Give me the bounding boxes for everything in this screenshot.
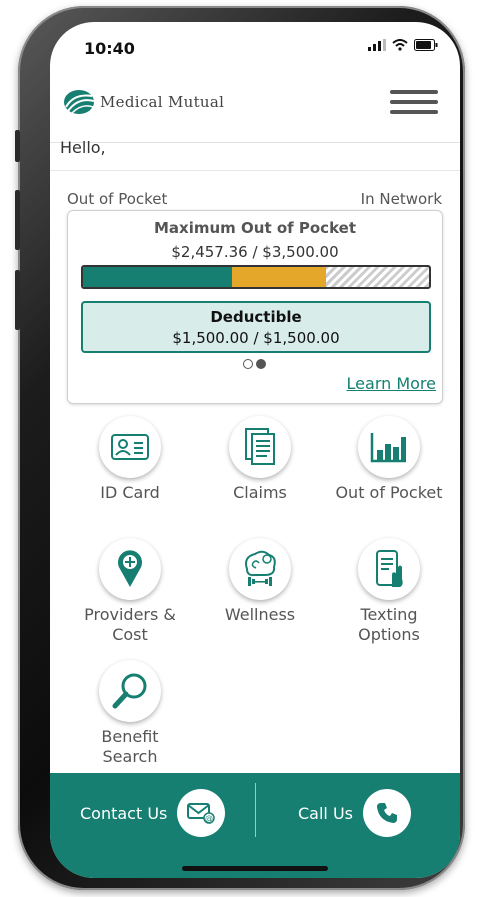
tile-wellness[interactable]: Wellness bbox=[205, 538, 315, 625]
call-us-label: Call Us bbox=[298, 803, 353, 823]
deductible-box[interactable]: Deductible $1,500.00 / $1,500.00 bbox=[81, 301, 431, 353]
brand-name: Medical Mutual bbox=[100, 93, 225, 111]
tile-label: Benefit Search bbox=[101, 727, 159, 766]
deductible-title: Deductible bbox=[210, 308, 302, 326]
medical-mutual-logo-icon bbox=[64, 90, 95, 114]
max-out-of-pocket-amount: $2,457.36 / $3,500.00 bbox=[171, 243, 339, 261]
out-of-pocket-label: Out of Pocket bbox=[67, 190, 168, 208]
footer-divider bbox=[255, 783, 256, 837]
carousel-dots[interactable] bbox=[243, 359, 266, 369]
tile-label: Wellness bbox=[224, 605, 296, 624]
mute-switch bbox=[15, 130, 20, 162]
phone-icon bbox=[377, 803, 397, 823]
contact-us-label: Contact Us bbox=[80, 803, 168, 823]
volume-down-button bbox=[15, 270, 20, 330]
home-indicator[interactable] bbox=[182, 866, 328, 871]
greeting-text: Hello, bbox=[60, 138, 106, 157]
svg-text:@: @ bbox=[205, 814, 213, 823]
phone-text-icon bbox=[376, 550, 403, 587]
tile-providers-cost[interactable]: Providers & Cost bbox=[75, 538, 185, 645]
envelope-icon: @ bbox=[187, 803, 216, 824]
call-us-button[interactable]: Call Us bbox=[298, 789, 411, 837]
status-bar: 10:40 bbox=[50, 22, 460, 72]
wifi-icon bbox=[392, 39, 408, 51]
claims-document-icon bbox=[245, 428, 275, 465]
volume-up-button bbox=[15, 190, 20, 250]
carousel-dot[interactable] bbox=[243, 359, 253, 369]
tile-out-of-pocket[interactable]: Out of Pocket bbox=[334, 416, 444, 503]
tile-claims[interactable]: Claims bbox=[205, 416, 315, 503]
tile-texting-options[interactable]: Texting Options bbox=[334, 538, 444, 645]
progress-coinsurance-segment bbox=[231, 267, 326, 287]
id-card-icon bbox=[111, 434, 149, 460]
signal-icon bbox=[368, 39, 386, 51]
app-header: Medical Mutual bbox=[50, 74, 460, 143]
bar-chart-icon bbox=[370, 433, 406, 463]
tile-label: Providers & Cost bbox=[84, 605, 176, 644]
progress-deductible-segment bbox=[83, 267, 232, 287]
deductible-amount: $1,500.00 / $1,500.00 bbox=[172, 329, 340, 347]
max-out-of-pocket-title: Maximum Out of Pocket bbox=[153, 219, 356, 237]
carousel-dot-active[interactable] bbox=[256, 359, 266, 369]
brand-logo[interactable]: Medical Mutual bbox=[62, 87, 224, 117]
max-out-of-pocket-progress-bar bbox=[81, 265, 431, 289]
learn-more-link[interactable]: Learn More bbox=[347, 374, 436, 393]
battery-icon bbox=[414, 39, 438, 51]
in-network-label: In Network bbox=[360, 190, 442, 208]
tile-label: Claims bbox=[233, 483, 287, 502]
out-of-pocket-card[interactable]: Maximum Out of Pocket $2,457.36 / $3,500… bbox=[67, 210, 443, 404]
tile-benefit-search[interactable]: Benefit Search bbox=[75, 660, 185, 767]
location-pin-plus-icon bbox=[118, 550, 142, 587]
tile-label: ID Card bbox=[100, 483, 160, 502]
divider bbox=[50, 170, 460, 171]
app-screen: 10:40 Medical Mutual Hello, Out of Pocke… bbox=[50, 22, 460, 878]
tile-label: Texting Options bbox=[358, 605, 420, 644]
tile-label: Out of Pocket bbox=[335, 483, 443, 502]
status-icons bbox=[368, 39, 438, 51]
wellness-brain-dumbbell-icon bbox=[245, 550, 276, 586]
bottom-action-bar: Contact Us @ Call Us bbox=[50, 773, 460, 878]
magnifier-icon bbox=[112, 673, 147, 709]
contact-us-button[interactable]: Contact Us @ bbox=[80, 789, 226, 837]
tile-id-card[interactable]: ID Card bbox=[75, 416, 185, 503]
hamburger-menu-icon[interactable] bbox=[390, 90, 438, 120]
status-time: 10:40 bbox=[84, 39, 135, 58]
